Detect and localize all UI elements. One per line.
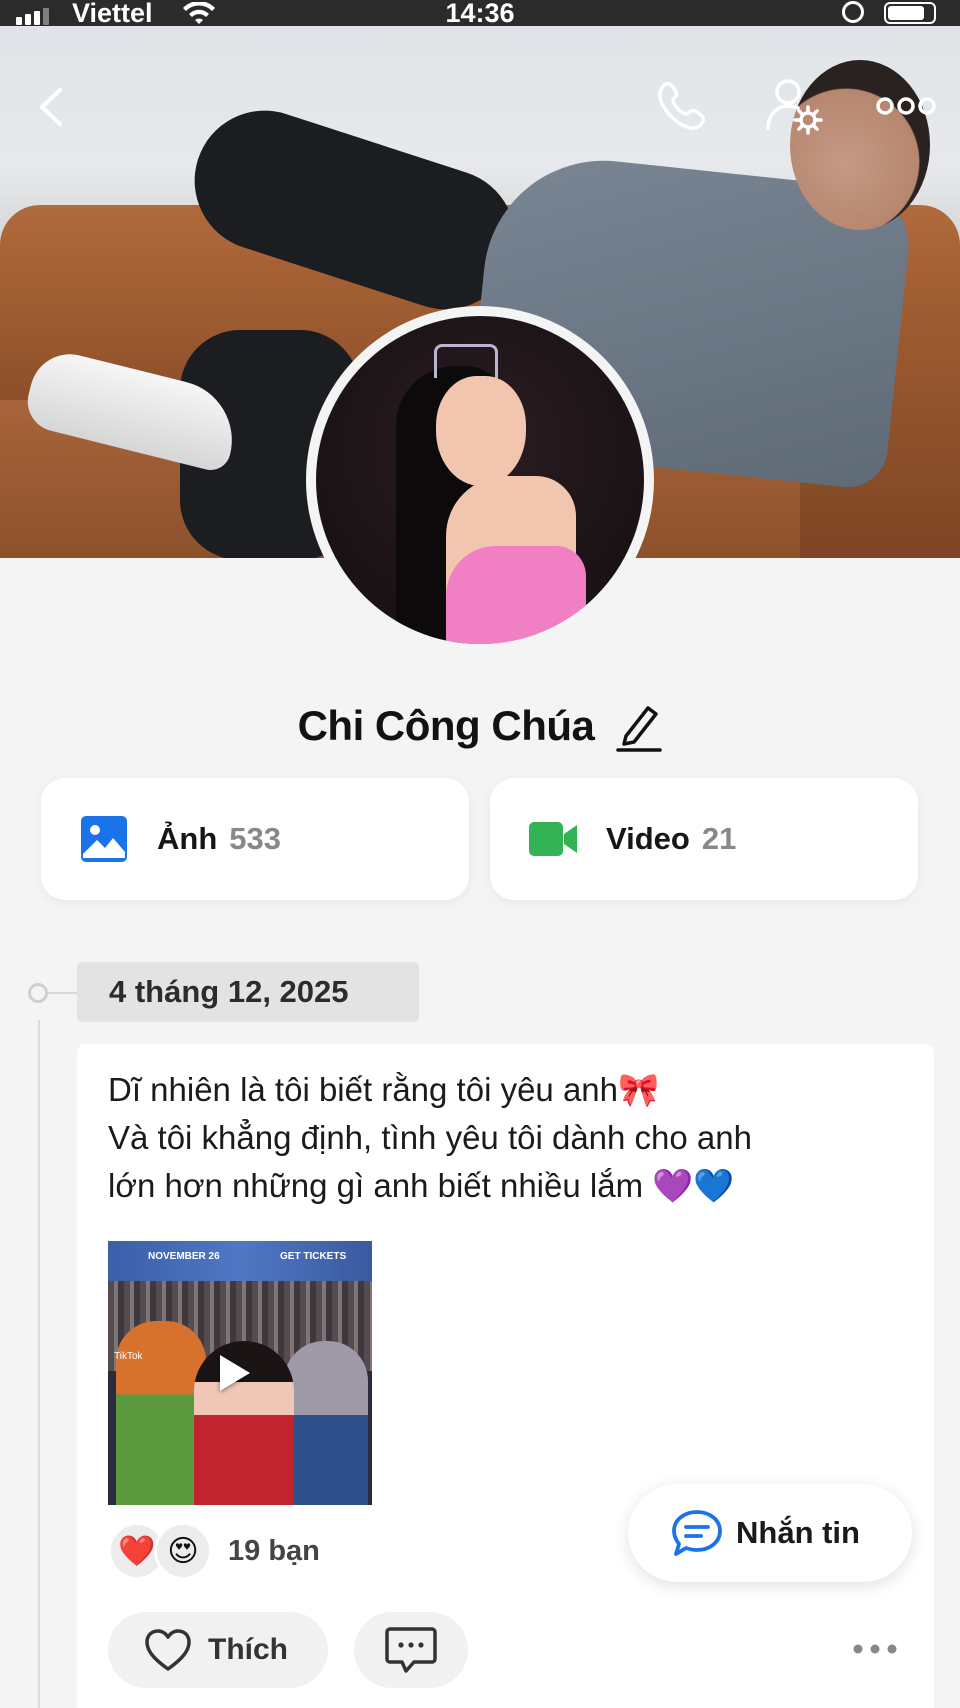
videos-count: 21 <box>701 821 737 856</box>
avatar-dress <box>446 546 586 644</box>
edit-pencil-icon[interactable] <box>616 700 663 752</box>
photos-card[interactable]: Ảnh 533 <box>41 778 469 900</box>
heart-eyes-reaction-icon: 😍 <box>154 1522 212 1580</box>
profile-name-row: Chi Công Chúa <box>0 700 960 752</box>
avatar-face <box>436 376 526 486</box>
timeline-line <box>38 1020 40 1708</box>
send-message-button[interactable]: Nhắn tin <box>628 1484 912 1582</box>
photos-label: Ảnh <box>157 821 218 856</box>
send-message-label: Nhắn tin <box>736 1515 860 1550</box>
post-text-line: Và tôi khẳng định, tình yêu tôi dành cho… <box>108 1119 752 1156</box>
like-button[interactable]: Thích <box>108 1612 328 1688</box>
post-card: Dĩ nhiên là tôi biết rằng tôi yêu anh🎀 V… <box>77 1044 934 1708</box>
video-thumbnail[interactable]: NOVEMBER 26 GET TICKETS TikTok <box>108 1241 372 1505</box>
banner-right-text: GET TICKETS <box>280 1251 347 1262</box>
reaction-count: 19 bạn <box>228 1534 320 1567</box>
status-bar: Viettel 14:36 <box>0 0 960 28</box>
timeline-date: 4 tháng 12, 2025 <box>77 962 419 1022</box>
more-options-icon[interactable] <box>876 96 936 116</box>
play-icon[interactable] <box>220 1355 250 1391</box>
post-text-line: Dĩ nhiên là tôi biết rằng tôi yêu anh🎀 <box>108 1071 660 1108</box>
reactions-summary[interactable]: ❤️ 😍 19 bạn <box>108 1522 320 1580</box>
avatar-tiara <box>434 344 498 378</box>
phone-call-icon[interactable] <box>654 78 710 134</box>
videos-label: Video <box>606 821 690 856</box>
comment-icon <box>385 1627 437 1673</box>
image-icon <box>81 816 127 862</box>
like-label: Thích <box>208 1633 288 1666</box>
tiktok-watermark: TikTok <box>114 1351 143 1362</box>
battery-icon <box>884 2 936 24</box>
user-settings-icon[interactable] <box>764 76 824 136</box>
video-camera-icon <box>529 822 577 856</box>
videos-card[interactable]: Video 21 <box>490 778 918 900</box>
banner-left-text: NOVEMBER 26 <box>148 1251 220 1262</box>
fox-character <box>116 1321 206 1505</box>
avatar-image <box>316 316 644 644</box>
post-more-options-icon[interactable] <box>851 1642 899 1656</box>
timeline-connector <box>48 992 78 994</box>
heart-outline-icon <box>145 1629 191 1671</box>
post-text-line: lớn hơn những gì anh biết nhiều lắm 💜💙 <box>108 1167 735 1204</box>
back-arrow-icon[interactable] <box>36 86 66 128</box>
bunny-character <box>284 1341 368 1505</box>
timeline-dot <box>28 983 48 1003</box>
comment-button[interactable] <box>354 1612 468 1688</box>
orientation-lock-icon <box>842 1 864 23</box>
profile-name: Chi Công Chúa <box>297 702 595 749</box>
chat-bubble-icon <box>672 1510 722 1556</box>
profile-avatar[interactable] <box>306 306 654 654</box>
photos-count: 533 <box>229 821 281 856</box>
post-text: Dĩ nhiên là tôi biết rằng tôi yêu anh🎀 V… <box>108 1066 898 1210</box>
clock: 14:36 <box>445 0 515 28</box>
theater-screen: NOVEMBER 26 GET TICKETS <box>108 1241 372 1281</box>
